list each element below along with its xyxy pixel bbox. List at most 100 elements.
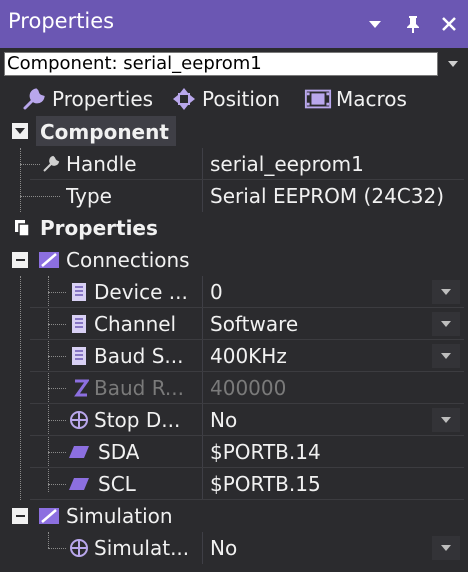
wrench-icon [40,153,62,175]
properties-pages-icon [12,217,34,239]
collapse-triangle-icon[interactable] [12,123,28,139]
move-arrows-icon [170,85,198,113]
pin-button[interactable] [400,10,426,38]
collapse-button[interactable] [12,508,28,524]
tree-line [48,388,66,389]
property-row-device[interactable]: Device ... 0 [6,276,464,308]
column-separator [202,340,203,372]
column-separator [202,180,203,212]
simulation-icon [38,505,60,527]
tree-line [48,356,66,357]
column-separator [202,532,203,564]
property-value[interactable]: No [210,406,430,434]
tree-line [48,532,49,548]
column-separator [202,372,203,404]
group-simulation[interactable]: Simulation [6,500,464,532]
close-button[interactable] [436,10,462,38]
group-connections-label: Connections [66,248,190,272]
column-separator [202,276,203,308]
property-row-scl[interactable]: SCL $PORTB.15 [6,468,464,500]
tab-position[interactable]: Position [170,84,280,114]
property-label: Baud R... [94,376,184,400]
chevron-down-icon [441,289,451,295]
column-separator [202,468,203,500]
property-value: 400000 [210,376,287,400]
tree-line [20,164,40,165]
value-dropdown-button[interactable] [432,312,460,336]
chevron-down-icon [441,545,451,551]
close-icon [442,17,456,31]
category-properties-label: Properties [40,216,158,240]
tree-line [48,452,66,453]
film-strip-icon [304,85,332,113]
property-value[interactable]: serial_eeprom1 [210,150,430,178]
value-dropdown-button[interactable] [432,408,460,432]
property-label: Handle [66,152,137,176]
property-value[interactable]: $PORTB.14 [210,438,430,466]
pin-icon [407,16,419,33]
list-icon [68,345,90,367]
property-value[interactable]: $PORTB.15 [210,470,430,498]
tab-macros-label: Macros [336,87,407,111]
panel-titlebar: Properties [0,0,468,48]
value-dropdown-button[interactable] [432,536,460,560]
property-label: SDA [98,440,140,464]
category-component[interactable]: Component [6,116,464,148]
panel-menu-button[interactable] [362,10,388,38]
component-selector-dropdown[interactable] [442,52,464,76]
property-row-simulate[interactable]: Simulat... No [6,532,464,564]
property-row-stop-delay[interactable]: Stop D... No [6,404,464,436]
property-value[interactable]: 0 [210,278,430,306]
property-label: Channel [94,312,177,336]
component-selector-field[interactable]: Component: serial_eeprom1 [4,52,438,76]
chevron-down-icon [369,21,381,28]
list-icon [68,281,90,303]
tree-line [48,548,66,549]
wrench-icon [20,85,48,113]
tab-position-label: Position [202,87,280,111]
property-row-handle[interactable]: Handle serial_eeprom1 [6,148,464,212]
tree-line [48,420,66,421]
group-connections[interactable]: Connections [6,244,464,276]
panel-title: Properties [8,9,115,33]
category-properties[interactable]: Properties [6,212,464,244]
collapse-button[interactable] [12,252,28,268]
property-row-type[interactable]: Type Serial EEPROM (24C32) [6,180,464,212]
tree-line [48,484,66,485]
property-label: Baud S... [94,344,184,368]
chevron-down-icon [441,417,451,423]
property-grid: Component Handle serial_eeprom1 Type Ser… [6,116,464,572]
property-value[interactable]: No [210,534,430,562]
tree-line [48,324,66,325]
category-component-label: Component [40,120,169,144]
property-value[interactable]: Software [210,310,430,338]
chevron-down-icon [441,321,451,327]
property-label: Stop D... [94,408,181,432]
property-row-channel[interactable]: Channel Software [6,308,464,340]
property-value[interactable]: 400KHz [210,342,430,370]
tab-properties-label: Properties [52,87,154,111]
column-separator [202,308,203,340]
property-label: SCL [98,472,136,496]
connections-icon [38,249,60,271]
tab-macros[interactable]: Macros [304,84,407,114]
property-value[interactable]: Serial EEPROM (24C32) [210,182,460,210]
value-dropdown-button[interactable] [432,280,460,304]
component-selector[interactable]: Component: serial_eeprom1 [4,52,464,80]
property-tabs: Properties Position Macros [0,80,468,118]
tree-line [48,292,66,293]
property-label: Device ... [94,280,188,304]
value-dropdown-button[interactable] [432,344,460,368]
column-separator [202,436,203,468]
group-simulation-label: Simulation [66,504,173,528]
crosshair-circle-icon [68,409,90,431]
tree-line [20,196,60,197]
chevron-down-icon [441,353,451,359]
property-row-sda[interactable]: SDA $PORTB.14 [6,436,464,468]
property-row-baud-speed[interactable]: Baud S... 400KHz [6,340,464,372]
expression-z-icon [70,377,92,399]
list-icon [68,313,90,335]
crosshair-circle-icon [68,537,90,559]
tab-properties[interactable]: Properties [20,84,153,114]
property-row-baud-rate: Baud R... 400000 [6,372,464,404]
